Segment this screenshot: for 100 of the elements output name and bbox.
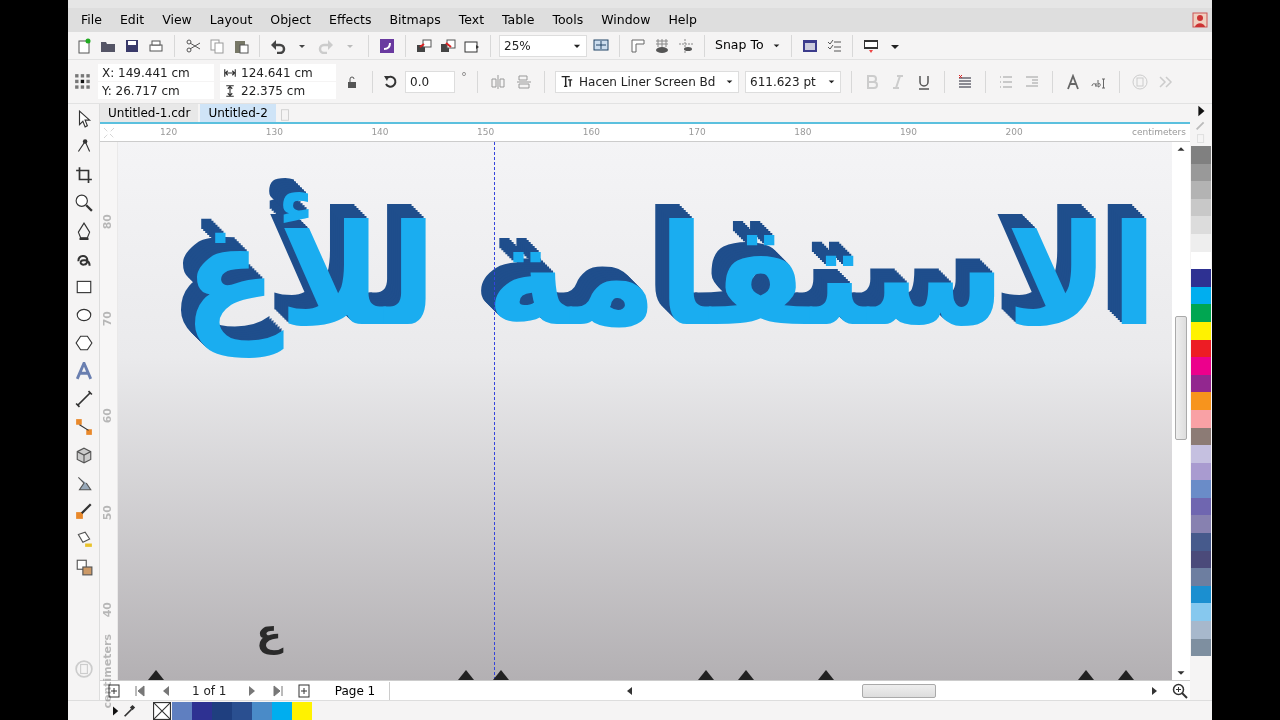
color-swatch[interactable] — [1191, 304, 1211, 322]
color-swatch[interactable] — [1191, 445, 1211, 463]
scroll-thumb[interactable] — [862, 683, 936, 698]
color-swatch[interactable] — [1191, 480, 1211, 498]
zoom-icon[interactable] — [1172, 682, 1188, 699]
first-page-icon[interactable] — [132, 682, 148, 699]
font-type-icon — [560, 75, 573, 88]
menu-item[interactable]: Tools — [543, 10, 593, 30]
ruler-label: 180 — [794, 126, 812, 139]
crop-tool-icon[interactable] — [74, 166, 93, 184]
font-dropdown[interactable]: Hacen Liner Screen Bd — [555, 70, 739, 93]
import-icon[interactable] — [416, 37, 432, 54]
color-swatch[interactable] — [1191, 603, 1211, 622]
ruler-unit: centimeters — [1132, 126, 1186, 139]
y-position-field[interactable]: Y: 26.717 cm — [98, 82, 214, 99]
no-color-swatch-icon[interactable] — [152, 701, 172, 720]
reference-point-icon[interactable] — [74, 72, 92, 91]
menu-item[interactable]: Bitmaps — [380, 10, 450, 30]
app-launcher-icon[interactable] — [379, 37, 395, 54]
options-icon[interactable] — [825, 37, 842, 54]
document-tab[interactable]: Untitled-1.cdr — [100, 104, 199, 122]
color-swatch[interactable] — [292, 701, 312, 720]
ruler-label: 50 — [102, 505, 113, 521]
menu-item[interactable]: Text — [449, 10, 494, 30]
menu-item[interactable]: Edit — [110, 10, 154, 30]
degree-sign: ° — [461, 68, 467, 86]
ruler-label: 170 — [688, 126, 706, 139]
guidelines-eye-icon[interactable] — [678, 37, 694, 54]
scissors-icon[interactable] — [185, 37, 201, 54]
x-position-field[interactable]: X: 149.441 cm — [98, 64, 214, 81]
color-swatch[interactable] — [1191, 146, 1211, 164]
menu-item[interactable]: Table — [493, 10, 544, 30]
menu-item[interactable]: View — [153, 10, 201, 30]
height-arrow-icon — [224, 84, 236, 97]
extrude-tool-icon[interactable] — [74, 446, 93, 464]
page-count: 1 of 1 — [192, 682, 227, 700]
text-tool-icon[interactable] — [74, 362, 93, 380]
underline-icon[interactable] — [916, 73, 932, 90]
menu-item[interactable]: Layout — [200, 10, 262, 30]
save-icon[interactable] — [124, 37, 140, 54]
color-swatch[interactable] — [1191, 216, 1211, 234]
ellipse-tool-icon[interactable] — [74, 306, 93, 324]
zoom-dropdown[interactable]: 25% — [499, 34, 587, 57]
snap-to-dropdown[interactable]: Snap To — [713, 37, 783, 54]
color-swatch[interactable] — [1191, 181, 1211, 199]
color-swatch[interactable] — [1191, 357, 1211, 375]
color-swatch[interactable] — [252, 701, 272, 720]
polygon-tool-icon[interactable] — [74, 334, 93, 352]
color-swatch[interactable] — [1191, 269, 1211, 287]
user-icon[interactable] — [1192, 12, 1208, 28]
font-size-dropdown[interactable]: 611.623 pt — [745, 70, 841, 93]
paragraph-align-icon[interactable] — [957, 73, 973, 90]
dimension-tool-icon[interactable] — [74, 390, 93, 408]
menu-item[interactable]: Effects — [320, 10, 381, 30]
color-swatch[interactable] — [1191, 621, 1211, 639]
color-swatch[interactable] — [1191, 533, 1211, 551]
welcome-screen-icon[interactable] — [801, 37, 818, 54]
color-swatch[interactable] — [1191, 568, 1211, 586]
document-tab[interactable]: Untitled-2 — [200, 104, 276, 122]
color-swatch[interactable] — [1191, 515, 1211, 534]
ruler-label: 150 — [477, 126, 495, 139]
rotation-angle-field[interactable]: 0.0 — [405, 70, 455, 93]
monitor-icon[interactable] — [862, 37, 879, 54]
color-swatch[interactable] — [212, 701, 232, 720]
color-swatch[interactable] — [172, 701, 192, 720]
caret-icon — [725, 77, 734, 86]
add-page-icon[interactable] — [296, 682, 313, 699]
menu-item[interactable]: Object — [261, 10, 321, 30]
scroll-thumb[interactable] — [1175, 316, 1187, 440]
caret-icon — [771, 41, 781, 50]
ruler-label: 190 — [899, 126, 918, 139]
ruler-label: 140 — [371, 126, 389, 139]
rulers-icon[interactable] — [630, 37, 646, 54]
zoom-tool-icon[interactable] — [74, 194, 93, 212]
canvas-glyph: ع — [256, 610, 282, 657]
ruler-label: 130 — [265, 126, 283, 139]
color-swatch[interactable] — [272, 701, 292, 720]
color-swatch[interactable] — [232, 701, 252, 720]
ruler-unit: centimeters — [102, 634, 113, 709]
rectangle-tool-icon[interactable] — [74, 278, 93, 296]
outline-tool-icon[interactable] — [74, 558, 93, 576]
menu-item[interactable]: Help — [659, 10, 706, 30]
menu-item[interactable]: File — [72, 10, 111, 30]
ruler-label: 70 — [102, 311, 113, 327]
color-swatch[interactable] — [192, 701, 212, 720]
text-properties-icon[interactable] — [1065, 73, 1081, 90]
full-screen-icon[interactable] — [593, 37, 609, 54]
ruler-label: 160 — [582, 126, 600, 139]
ruler-label: 200 — [1005, 126, 1023, 139]
eyedropper-tool-icon[interactable] — [74, 502, 93, 520]
grid-eye-icon[interactable] — [654, 37, 670, 54]
ruler-label: 80 — [102, 214, 113, 230]
height-field[interactable]: 22.375 cm — [220, 82, 336, 99]
new-document-icon[interactable] — [76, 37, 92, 54]
export-icon[interactable] — [440, 37, 456, 54]
print-icon[interactable] — [148, 37, 164, 54]
color-swatch[interactable] — [1191, 392, 1211, 410]
width-field[interactable]: 124.641 cm — [220, 64, 336, 81]
menu-item[interactable]: Window — [592, 10, 660, 30]
connector-tool-icon[interactable] — [74, 418, 93, 436]
